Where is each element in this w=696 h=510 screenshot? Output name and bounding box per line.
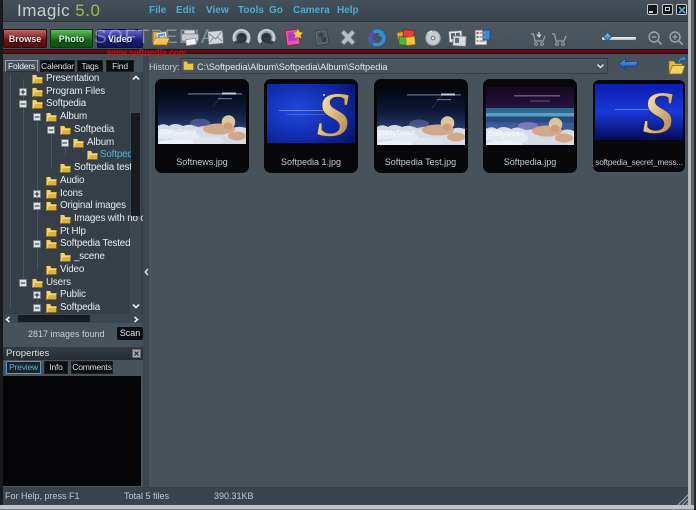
svg-text:S: S [316,84,352,143]
svg-text:DailyDose: DailyDose [488,129,524,138]
svg-text:S: S [642,84,675,140]
svg-text:DailyDose: DailyDose [379,128,415,137]
svg-text:DailyDose: DailyDose [160,127,196,136]
